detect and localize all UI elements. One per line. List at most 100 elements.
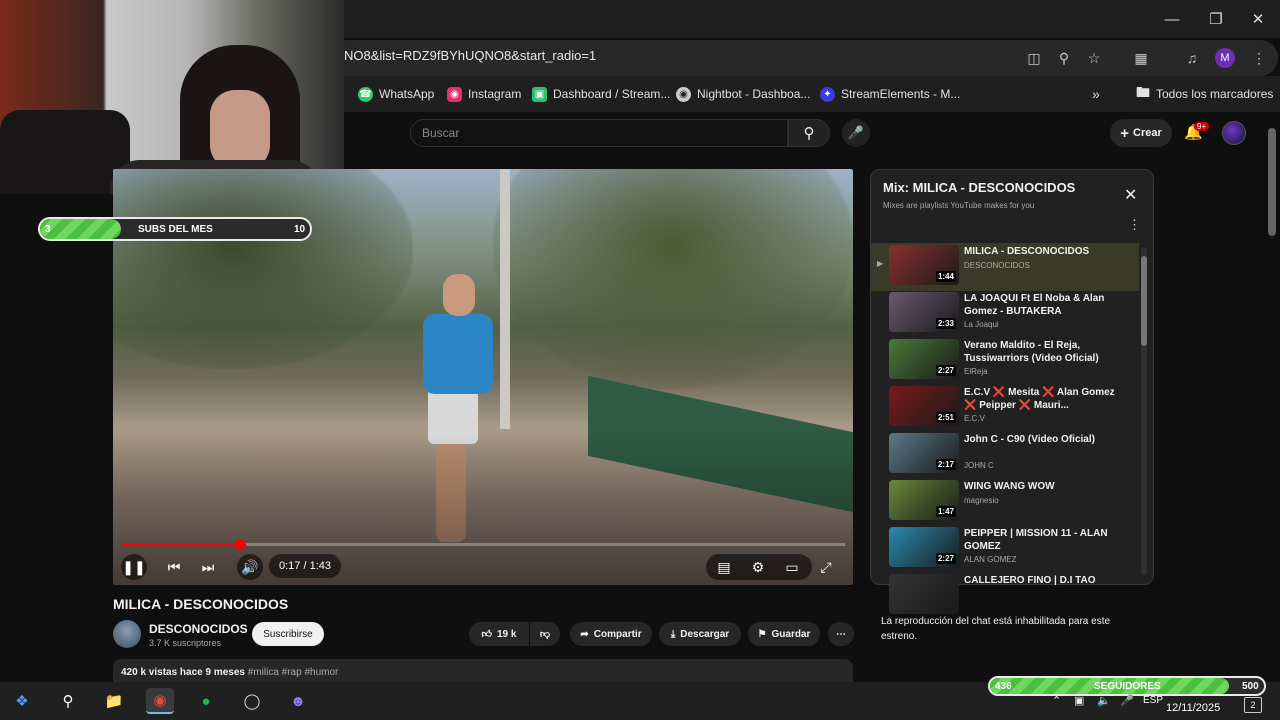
playlist-item[interactable]: 2:51 E.C.V ❌ Mesita ❌ Alan Gomez ❌ Peippe… bbox=[871, 384, 1139, 432]
subtitles-icon: ▤ bbox=[717, 558, 731, 575]
microphone-tray-icon[interactable]: 🎤 bbox=[1120, 694, 1134, 707]
playlist-item-title[interactable]: Verano Maldito - El Reja, Tussiwarriors … bbox=[964, 339, 1124, 365]
followers-label: SEGUIDORES bbox=[1094, 681, 1161, 692]
playlist-item-title[interactable]: John C - C90 (Video Oficial) bbox=[964, 433, 1124, 446]
playlist-item-title[interactable]: MILICA - DESCONOCIDOS bbox=[964, 245, 1124, 258]
playlist-menu-icon[interactable]: ⋮ bbox=[1128, 217, 1141, 233]
playlist-scrollbar-thumb[interactable] bbox=[1141, 256, 1147, 346]
input-language[interactable]: ESP bbox=[1143, 695, 1163, 706]
playlist-item[interactable]: 1:47 WING WANG WOW magnesio bbox=[871, 478, 1139, 526]
url-text[interactable]: NO8&list=RDZ9fBYhUQNO8&start_radio=1 bbox=[344, 48, 596, 63]
all-bookmarks[interactable]: 🖿 Todos los marcadores bbox=[1136, 84, 1273, 104]
playlist-item-title[interactable]: WING WANG WOW bbox=[964, 480, 1124, 493]
search-input[interactable] bbox=[410, 119, 788, 147]
more-bookmarks-icon[interactable]: » bbox=[1092, 84, 1100, 104]
hashtags[interactable]: #milica #rap #humor bbox=[248, 667, 339, 678]
tray-chevron-icon[interactable]: ⌃ bbox=[1052, 694, 1061, 707]
create-button[interactable]: + Crear bbox=[1110, 119, 1172, 147]
close-window-icon[interactable]: ✕ bbox=[1236, 0, 1280, 38]
discord-icon[interactable]: ☻ bbox=[284, 688, 312, 714]
chrome-icon[interactable]: ◉ bbox=[146, 688, 174, 714]
playlist-item-title[interactable]: LA JOAQUI Ft El Noba & Alan Gomez - BUTA… bbox=[964, 292, 1124, 318]
previous-icon: ⏮ bbox=[167, 558, 181, 575]
bookmark-nightbot[interactable]: ◉ Nightbot - Dashboa... bbox=[676, 84, 810, 104]
pause-button[interactable]: ❚❚ bbox=[121, 554, 147, 580]
channel-avatar[interactable] bbox=[113, 620, 141, 648]
save-button[interactable]: ⚑ Guardar bbox=[748, 622, 820, 646]
media-controls-icon[interactable]: ♫ bbox=[1181, 47, 1203, 69]
playlist-item[interactable]: 2:33 LA JOAQUI Ft El Noba & Alan Gomez - … bbox=[871, 290, 1139, 338]
fullscreen-button[interactable]: ⤢ bbox=[813, 554, 839, 580]
theater-mode-button[interactable]: ▭ bbox=[779, 554, 805, 580]
save-label: Guardar bbox=[771, 628, 811, 640]
network-icon[interactable]: ▣ bbox=[1074, 694, 1084, 707]
subscribe-button[interactable]: Suscribirse bbox=[252, 622, 324, 646]
microphone-icon: 🎤 bbox=[847, 125, 865, 140]
playlist-thumbnail[interactable]: 2:51 bbox=[889, 386, 959, 426]
dislike-button[interactable]: 👎︎ bbox=[530, 622, 560, 646]
search-taskbar-icon[interactable]: ⚲ bbox=[54, 688, 82, 714]
playlist-thumbnail[interactable]: 1:47 bbox=[889, 480, 959, 520]
search-button[interactable]: ⚲ bbox=[788, 119, 830, 147]
playlist-title: Mix: MILICA - DESCONOCIDOS bbox=[883, 180, 1076, 195]
bookmark-star-icon[interactable]: ☆ bbox=[1083, 47, 1105, 69]
playlist-item[interactable]: 2:27 Verano Maldito - El Reja, Tussiwarri… bbox=[871, 337, 1139, 385]
playlist-thumbnail[interactable]: 2:27 bbox=[889, 339, 959, 379]
create-label: Crear bbox=[1133, 127, 1162, 139]
zoom-icon[interactable]: ⚲ bbox=[1053, 47, 1075, 69]
notification-center-icon[interactable]: 2 bbox=[1244, 697, 1262, 713]
speaker-icon[interactable]: 🔈 bbox=[1097, 694, 1111, 707]
close-playlist-icon[interactable]: ✕ bbox=[1124, 185, 1137, 205]
install-app-icon[interactable]: ◫ bbox=[1023, 47, 1045, 69]
playlist-duration: 2:17 bbox=[935, 459, 956, 470]
playlist-item-channel: ALAN GOMEZ bbox=[964, 555, 1017, 564]
minimize-icon[interactable]: — bbox=[1150, 0, 1194, 38]
streamelements-icon: ✦ bbox=[820, 86, 835, 102]
voice-search-button[interactable]: 🎤 bbox=[842, 119, 870, 147]
page-scrollbar[interactable] bbox=[1268, 128, 1276, 236]
system-date[interactable]: 12/11/2025 bbox=[1166, 702, 1220, 714]
obs-icon[interactable]: ◯ bbox=[238, 688, 266, 714]
subs-current: 3 bbox=[45, 224, 51, 235]
next-button[interactable]: ⏭ bbox=[195, 554, 221, 580]
like-button[interactable]: 👍︎ 19 k bbox=[469, 622, 529, 646]
bookmark-instagram[interactable]: ◉ Instagram bbox=[447, 84, 521, 104]
playlist-item-title[interactable]: E.C.V ❌ Mesita ❌ Alan Gomez ❌ Peipper ❌ … bbox=[964, 386, 1124, 412]
theater-icon: ▭ bbox=[785, 558, 799, 575]
youtube-avatar[interactable] bbox=[1222, 121, 1246, 145]
more-actions-button[interactable]: ⋯ bbox=[828, 622, 854, 646]
profile-avatar[interactable]: M bbox=[1215, 48, 1235, 68]
channel-name[interactable]: DESCONOCIDOS bbox=[149, 622, 248, 636]
browser-menu-icon[interactable]: ⋮ bbox=[1248, 47, 1270, 69]
file-explorer-icon[interactable]: 📁 bbox=[100, 688, 128, 714]
playlist-item[interactable]: CALLEJERO FINO | D.I TAO bbox=[871, 572, 1139, 620]
playlist-item[interactable]: 2:17 John C - C90 (Video Oficial) JOHN C bbox=[871, 431, 1139, 479]
playlist-thumbnail[interactable]: 2:27 bbox=[889, 527, 959, 567]
previous-button[interactable]: ⏮ bbox=[161, 554, 187, 580]
bookmark-dashboard[interactable]: ▣ Dashboard / Stream... bbox=[532, 84, 670, 104]
share-icon: ➦ bbox=[580, 628, 589, 640]
playlist-duration: 2:27 bbox=[935, 365, 956, 376]
download-button[interactable]: ⤓ Descargar bbox=[659, 622, 741, 646]
playlist-thumbnail[interactable]: 2:17 bbox=[889, 433, 959, 473]
dashboard-icon: ▣ bbox=[532, 86, 547, 102]
playlist-item[interactable]: 2:27 PEIPPER | MISSION 11 - ALAN GOMEZ ALA… bbox=[871, 525, 1139, 573]
subtitles-button[interactable]: ▤ bbox=[711, 554, 737, 580]
spotify-icon[interactable]: ● bbox=[192, 688, 220, 714]
windows-start-icon[interactable]: ❖ bbox=[8, 688, 36, 714]
extensions-icon[interactable]: ▦ bbox=[1130, 47, 1152, 69]
playlist-thumbnail[interactable]: 1:44 bbox=[889, 245, 959, 285]
playlist-thumbnail[interactable] bbox=[889, 574, 959, 614]
restore-icon[interactable]: ❐ bbox=[1194, 0, 1238, 38]
volume-button[interactable]: 🔊 bbox=[237, 554, 263, 580]
settings-button[interactable]: ⚙ bbox=[745, 554, 771, 580]
bookmark-whatsapp[interactable]: ☎ WhatsApp bbox=[358, 84, 434, 104]
bookmark-label: StreamElements - M... bbox=[841, 87, 961, 101]
playlist-thumbnail[interactable]: 2:33 bbox=[889, 292, 959, 332]
share-button[interactable]: ➦ Compartir bbox=[570, 622, 652, 646]
playlist-item-title[interactable]: PEIPPER | MISSION 11 - ALAN GOMEZ bbox=[964, 527, 1124, 553]
playlist-item-title[interactable]: CALLEJERO FINO | D.I TAO bbox=[964, 574, 1124, 587]
playlist-duration: 1:47 bbox=[935, 506, 956, 517]
bookmark-streamelements[interactable]: ✦ StreamElements - M... bbox=[820, 84, 960, 104]
playlist-item[interactable]: ▶ 1:44 MILICA - DESCONOCIDOS DESCONOCIDOS bbox=[871, 243, 1139, 291]
